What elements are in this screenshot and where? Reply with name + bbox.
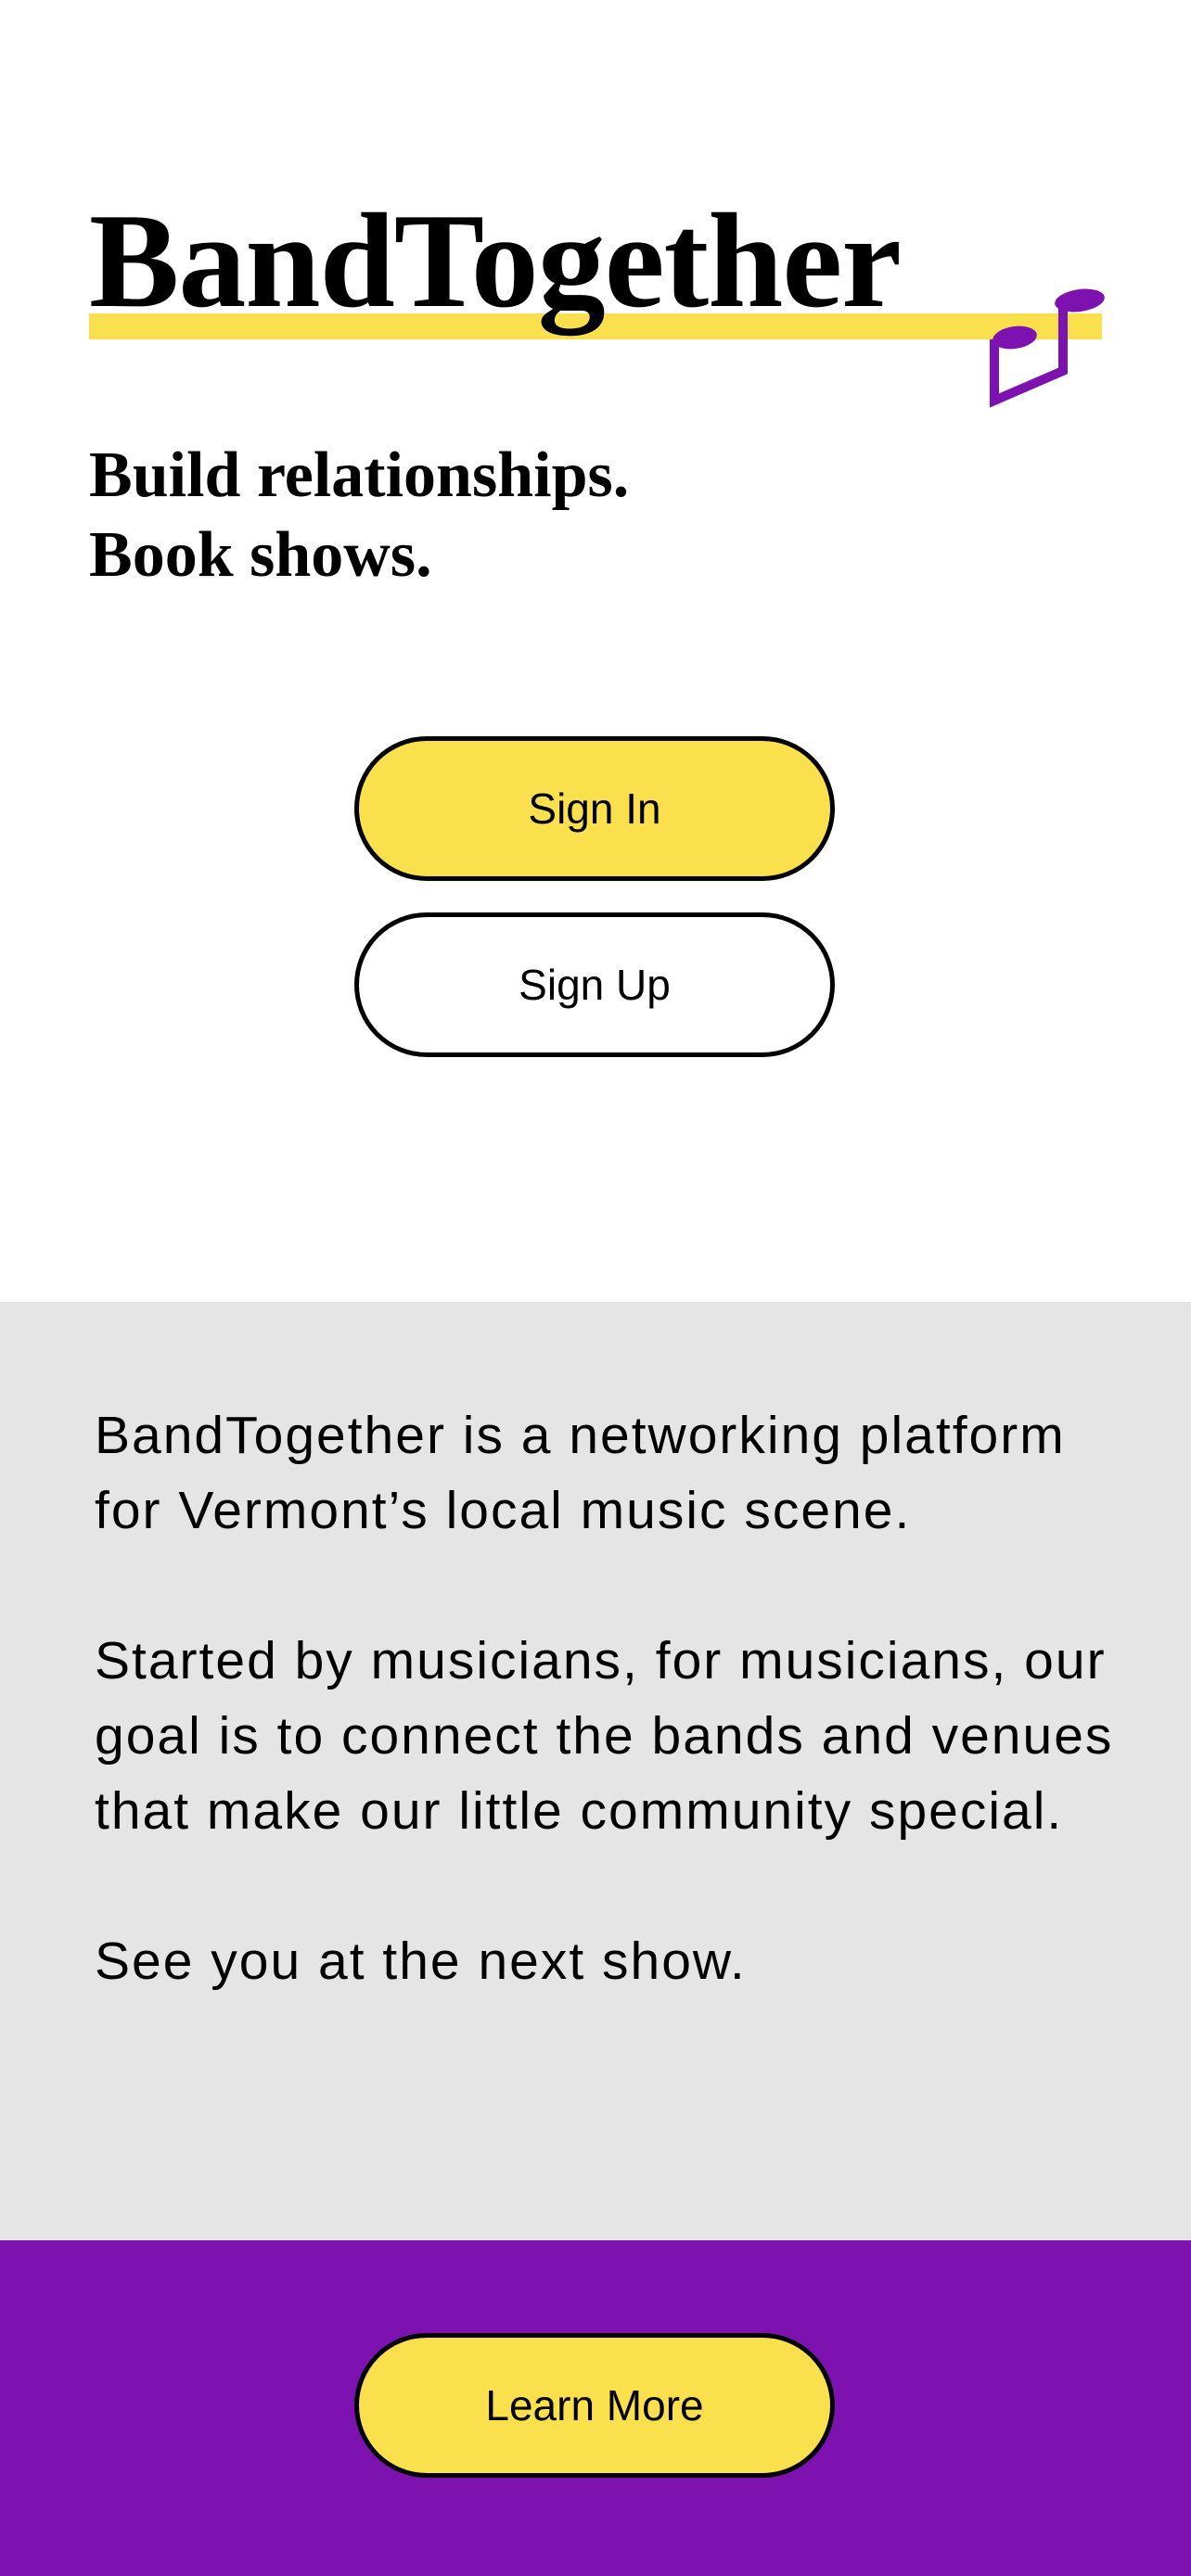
logo: BandTogether: [89, 182, 1102, 414]
music-note-icon: [990, 288, 1105, 408]
hero-section: BandTogether Build relationships. Book s…: [0, 0, 1191, 1302]
learn-more-button[interactable]: Learn More: [354, 2333, 835, 2478]
sign-in-button[interactable]: Sign In: [354, 736, 835, 881]
app-title: BandTogether: [89, 185, 902, 336]
tagline-line-2: Book shows.: [89, 519, 432, 591]
sign-up-button[interactable]: Sign Up: [354, 912, 835, 1057]
tagline: Build relationships. Book shows.: [89, 436, 629, 595]
about-text: BandTogether is a networking platform fo…: [95, 1398, 1115, 1999]
about-paragraph-3: See you at the next show.: [95, 1932, 747, 1991]
tagline-line-1: Build relationships.: [89, 440, 630, 511]
about-section: BandTogether is a networking platform fo…: [0, 1302, 1191, 2240]
about-paragraph-2: Started by musicians, for musicians, our…: [95, 1631, 1114, 1841]
about-paragraph-1: BandTogether is a networking platform fo…: [95, 1406, 1066, 1540]
